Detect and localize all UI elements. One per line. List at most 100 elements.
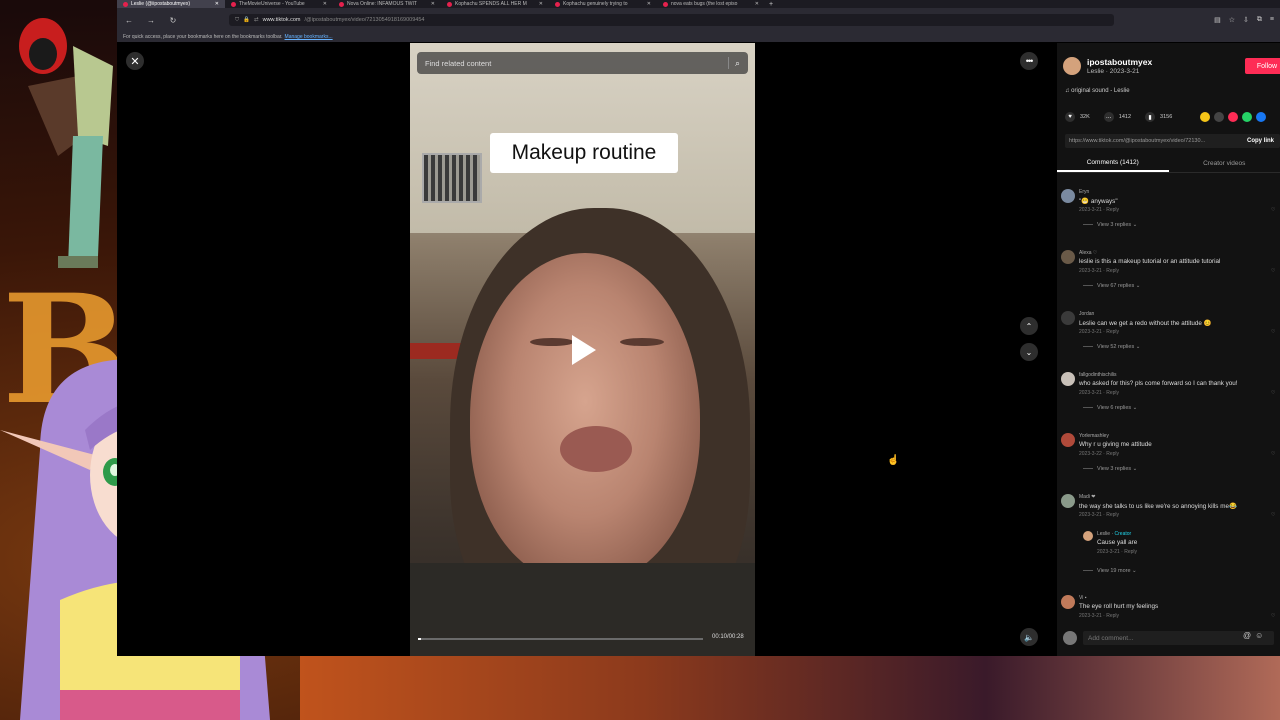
tab-kophachu-trying[interactable]: Kophachu genuinely trying to ✕ <box>549 0 657 8</box>
avatar[interactable] <box>1063 57 1081 75</box>
comment-username[interactable]: Eryn <box>1079 189 1089 195</box>
toolbar-right: ▤ ☆ ⇩ ⧉ ≡ <box>1214 16 1274 24</box>
close-tab-icon[interactable]: ✕ <box>755 1 759 7</box>
close-icon: ✕ <box>130 55 140 68</box>
avatar[interactable] <box>1061 595 1075 609</box>
close-tab-icon[interactable]: ✕ <box>323 1 327 7</box>
comment-meta[interactable]: 2023-3-21 · Reply <box>1079 390 1119 396</box>
mention-icon[interactable]: @ <box>1243 631 1251 640</box>
mouse-cursor-icon: ☝ <box>887 455 900 466</box>
comment-username[interactable]: Alexa ♡ <box>1079 250 1097 256</box>
emoji-icon[interactable]: ☺ <box>1255 631 1263 640</box>
comment-meta[interactable]: 2023-3-21 · Reply <box>1079 329 1119 335</box>
avatar[interactable] <box>1061 494 1075 508</box>
tab-kophachu-spends[interactable]: Kophachu SPENDS ALL HER M ✕ <box>441 0 549 8</box>
avatar[interactable] <box>1061 372 1075 386</box>
follow-button[interactable]: Follow <box>1245 58 1280 74</box>
heart-icon[interactable]: ♡ <box>1271 512 1275 518</box>
volume-button[interactable]: 🔈 <box>1020 628 1038 646</box>
shield-icon[interactable]: ⛉ <box>235 17 239 24</box>
reply-meta[interactable]: 2023-3-21 · Reply <box>1097 549 1137 555</box>
avatar[interactable] <box>1061 189 1075 203</box>
composer-icons: @ ☺ <box>1243 631 1263 640</box>
video-progress-bar[interactable] <box>418 638 703 640</box>
view-more-replies-button[interactable]: View 19 more ⌄ <box>1083 568 1137 574</box>
tab-creator-videos[interactable]: Creator videos <box>1169 155 1280 172</box>
avatar[interactable] <box>1061 433 1075 447</box>
tab-comments[interactable]: Comments (1412) <box>1057 155 1169 172</box>
comment-stat[interactable]: … 1412 <box>1103 112 1131 122</box>
comment-meta[interactable]: 2023-3-22 · Reply <box>1079 451 1119 457</box>
tab-label: Nova Online: INFAMOUS TWIT <box>347 1 417 7</box>
share-facebook-icon[interactable] <box>1256 112 1266 122</box>
view-replies-button[interactable]: View 6 replies ⌄ <box>1083 405 1137 411</box>
close-tab-icon[interactable]: ✕ <box>431 1 435 7</box>
heart-icon[interactable]: ♡ <box>1271 207 1275 213</box>
address-bar[interactable]: ⛉ 🔒 ⇄ www.tiktok.com/@ipostaboutmyex/vid… <box>229 14 1115 26</box>
copy-link-button[interactable]: Copy link <box>1247 138 1274 144</box>
heart-icon[interactable]: ♡ <box>1271 329 1275 335</box>
navigation-bar: ← → ↻ ⛉ 🔒 ⇄ www.tiktok.com/@ipostaboutmy… <box>117 8 1280 32</box>
forward-icon[interactable]: → <box>145 16 157 25</box>
close-tab-icon[interactable]: ✕ <box>539 1 543 7</box>
tab-tiktok[interactable]: Leslie (@iipostaboutmyex) ✕ <box>117 0 225 8</box>
comment-meta[interactable]: 2023-3-21 · Reply <box>1079 268 1119 274</box>
comment-meta[interactable]: 2023-3-21 · Reply <box>1079 613 1119 619</box>
tab-nova-online[interactable]: Nova Online: INFAMOUS TWIT ✕ <box>333 0 441 8</box>
search-icon[interactable]: ⌕ <box>735 58 740 69</box>
like-stat[interactable]: ♥ 32K <box>1065 112 1090 122</box>
heart-icon: ♥ <box>1065 112 1075 122</box>
bookmark-star-icon[interactable]: ☆ <box>1229 16 1235 24</box>
view-replies-button[interactable]: View 3 replies ⌄ <box>1083 466 1137 472</box>
sound-label: original sound - Leslie <box>1071 88 1130 94</box>
avatar[interactable] <box>1061 311 1075 325</box>
menu-icon[interactable]: ≡ <box>1270 16 1274 24</box>
tab-youtube[interactable]: TheMovieUniverse - YouTube ✕ <box>225 0 333 8</box>
bookmarks-hint: For quick access, place your bookmarks h… <box>123 34 283 40</box>
heart-icon[interactable]: ♡ <box>1271 613 1275 619</box>
reload-icon[interactable]: ↻ <box>167 16 179 25</box>
avatar[interactable] <box>1083 531 1093 541</box>
reply-username[interactable]: Leslie · Creator <box>1097 531 1131 537</box>
new-tab-button[interactable]: + <box>765 1 777 8</box>
more-options-button[interactable]: ••• <box>1020 52 1038 70</box>
tab-nova-eats-bugs[interactable]: nova eats bugs (the lost episo ✕ <box>657 0 765 8</box>
comment-username[interactable]: Jordan <box>1079 311 1094 317</box>
share-whatsapp-icon[interactable] <box>1242 112 1252 122</box>
comment-meta[interactable]: 2023-3-21 · Reply <box>1079 207 1119 213</box>
comment-username[interactable]: fallgodinthischilis <box>1079 372 1117 378</box>
manage-bookmarks-link[interactable]: Manage bookmarks... <box>285 34 333 40</box>
view-replies-button[interactable]: View 52 replies ⌄ <box>1083 344 1140 350</box>
save-stat[interactable]: ▮ 3156 <box>1145 112 1172 122</box>
avatar[interactable] <box>1061 250 1075 264</box>
heart-icon[interactable]: ♡ <box>1271 451 1275 457</box>
comment-username[interactable]: Madi ❤ <box>1079 494 1095 500</box>
comment-username[interactable]: Yorlemashley <box>1079 433 1109 439</box>
sound-link[interactable]: ♫ original sound - Leslie <box>1065 88 1130 94</box>
heart-icon[interactable]: ♡ <box>1271 268 1275 274</box>
next-video-button[interactable]: ⌄ <box>1020 343 1038 361</box>
close-viewer-button[interactable]: ✕ <box>126 52 144 70</box>
video-player[interactable]: Find related content ⌕ Makeup routine 00… <box>410 43 755 656</box>
share-pinterest-icon[interactable] <box>1228 112 1238 122</box>
share-embed-icon[interactable] <box>1200 112 1210 122</box>
creator-username[interactable]: ipostaboutmyex <box>1087 57 1152 67</box>
related-content-search[interactable]: Find related content ⌕ <box>417 52 748 74</box>
comment-username[interactable]: Vi ▪ <box>1079 595 1087 601</box>
close-tab-icon[interactable]: ✕ <box>215 1 219 7</box>
play-icon[interactable] <box>572 335 596 365</box>
view-replies-button[interactable]: View 67 replies ⌄ <box>1083 283 1140 289</box>
view-replies-button[interactable]: View 3 replies ⌄ <box>1083 222 1137 228</box>
share-friends-icon[interactable] <box>1214 112 1224 122</box>
download-icon[interactable]: ⇩ <box>1243 16 1249 24</box>
video-frame-shirt <box>410 563 755 656</box>
permissions-icon[interactable]: ⇄ <box>254 17 259 23</box>
reader-mode-icon[interactable]: ▤ <box>1214 16 1221 24</box>
close-tab-icon[interactable]: ✕ <box>647 1 651 7</box>
heart-icon[interactable]: ♡ <box>1271 390 1275 396</box>
previous-video-button[interactable]: ⌃ <box>1020 317 1038 335</box>
back-icon[interactable]: ← <box>123 16 135 25</box>
extensions-icon[interactable]: ⧉ <box>1257 16 1262 24</box>
creator-subline: Leslie · 2023-3-21 <box>1087 68 1140 75</box>
comment-meta[interactable]: 2023-3-21 · Reply <box>1079 512 1119 518</box>
